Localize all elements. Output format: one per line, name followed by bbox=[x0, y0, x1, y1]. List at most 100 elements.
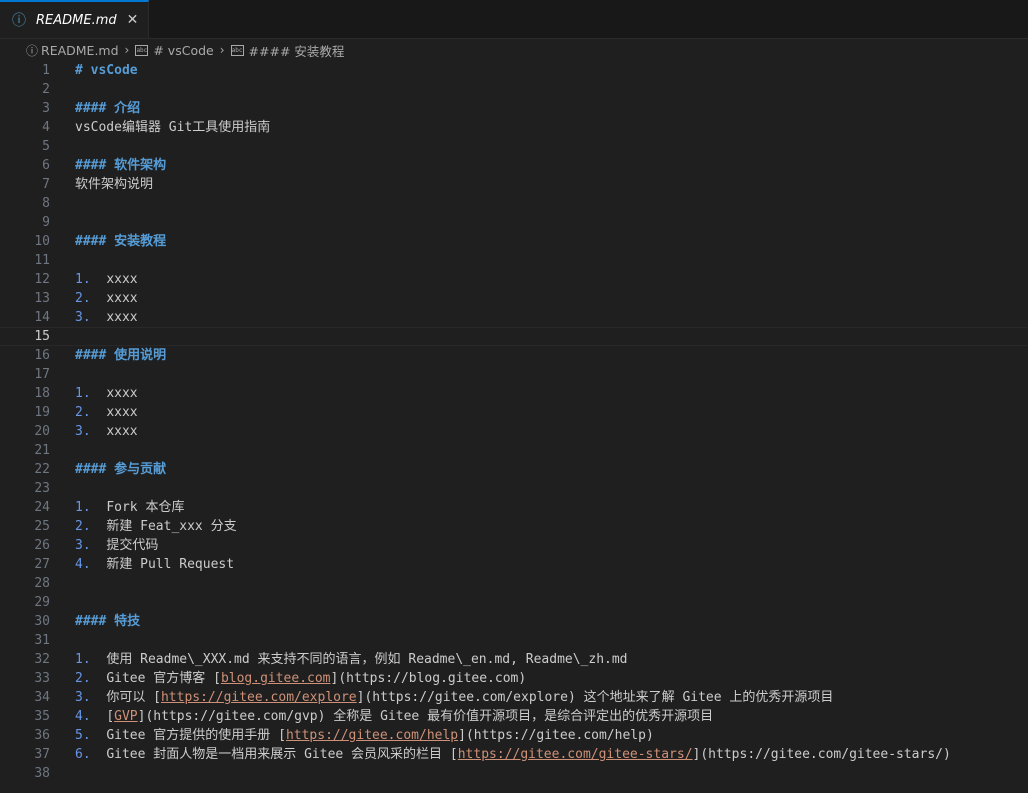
string-symbol-icon: abc bbox=[230, 44, 244, 56]
code-line[interactable]: 3 #### 介绍 bbox=[0, 99, 1028, 118]
text-token: ](https://blog.gitee.com) bbox=[330, 671, 527, 686]
code-line[interactable]: 27 4. 新建 Pull Request bbox=[0, 555, 1028, 574]
code-line[interactable]: 24 1. Fork 本仓库 bbox=[0, 498, 1028, 517]
line-content bbox=[75, 365, 1028, 384]
line-number: 38 bbox=[34, 766, 50, 781]
markdown-heading: #### 安装教程 bbox=[75, 234, 167, 249]
code-line[interactable]: 32 1. 使用 Readme\_XXX.md 来支持不同的语言，例如 Readm… bbox=[0, 650, 1028, 669]
code-line[interactable]: 15 bbox=[0, 327, 1028, 346]
line-content: 2. 新建 Feat_xxx 分支 bbox=[75, 517, 1028, 536]
markdown-link[interactable]: blog.gitee.com bbox=[221, 671, 331, 686]
close-icon[interactable]: ✕ bbox=[127, 12, 139, 28]
code-line[interactable]: 9 bbox=[0, 213, 1028, 232]
line-content bbox=[75, 251, 1028, 270]
list-marker: 3. bbox=[75, 310, 107, 325]
chevron-right-icon: › bbox=[219, 43, 225, 57]
code-line[interactable]: 34 3. 你可以 [https://gitee.com/explore](htt… bbox=[0, 688, 1028, 707]
code-line[interactable]: 18 1. xxxx bbox=[0, 384, 1028, 403]
line-content: 6. Gitee 封面人物是一档用来展示 Gitee 会员风采的栏目 [http… bbox=[75, 745, 1028, 764]
breadcrumb-heading-1[interactable]: abc # vsCode bbox=[135, 43, 214, 58]
code-line[interactable]: 11 bbox=[0, 251, 1028, 270]
code-line[interactable]: 16 #### 使用说明 bbox=[0, 346, 1028, 365]
markdown-link[interactable]: https://gitee.com/gitee-stars/ bbox=[458, 747, 693, 762]
code-line[interactable]: 7 软件架构说明 bbox=[0, 175, 1028, 194]
code-line[interactable]: 23 bbox=[0, 479, 1028, 498]
code-line[interactable]: 25 2. 新建 Feat_xxx 分支 bbox=[0, 517, 1028, 536]
text-token: [ bbox=[106, 709, 115, 724]
line-number: 28 bbox=[34, 576, 50, 591]
code-line[interactable]: 35 4. [GVP](https://gitee.com/gvp) 全称是 Gi… bbox=[0, 707, 1028, 726]
line-content: 5. Gitee 官方提供的使用手册 [https://gitee.com/he… bbox=[75, 726, 1028, 745]
code-editor[interactable]: 1 # vsCode 2 3 #### 介绍 4 vsCode编辑器 Git工具使用指南 5 6… bbox=[0, 61, 1028, 783]
list-marker: 3. bbox=[75, 424, 107, 439]
code-line[interactable]: 38 bbox=[0, 764, 1028, 783]
text-token: 新建 Pull Request bbox=[106, 557, 235, 572]
line-content: 3. xxxx bbox=[75, 422, 1028, 441]
tab-readme[interactable]: ⓘ README.md ✕ bbox=[0, 0, 150, 38]
code-line[interactable]: 14 3. xxxx bbox=[0, 308, 1028, 327]
line-content: #### 参与贡献 bbox=[75, 460, 1028, 479]
code-line[interactable]: 10 #### 安装教程 bbox=[0, 232, 1028, 251]
code-line[interactable]: 31 bbox=[0, 631, 1028, 650]
line-number: 4 bbox=[42, 120, 50, 135]
code-line[interactable]: 1 # vsCode bbox=[0, 61, 1028, 80]
markdown-link[interactable]: https://gitee.com/help bbox=[286, 728, 458, 743]
code-line[interactable]: 29 bbox=[0, 593, 1028, 612]
text-token: vsCode编辑器 Git工具使用指南 bbox=[75, 120, 271, 135]
list-marker: 3. bbox=[75, 690, 107, 705]
line-content: 4. 新建 Pull Request bbox=[75, 555, 1028, 574]
markdown-link[interactable]: GVP bbox=[114, 709, 137, 724]
code-line[interactable]: 33 2. Gitee 官方博客 [blog.gitee.com](https:/… bbox=[0, 669, 1028, 688]
code-line[interactable]: 22 #### 参与贡献 bbox=[0, 460, 1028, 479]
list-marker: 3. bbox=[75, 538, 107, 553]
line-number: 12 bbox=[34, 272, 50, 287]
text-token: ](https://gitee.com/explore) 这个地址来了解 Git… bbox=[356, 690, 834, 705]
code-line[interactable]: 8 bbox=[0, 194, 1028, 213]
text-token: xxxx bbox=[106, 424, 138, 439]
markdown-link[interactable]: https://gitee.com/explore bbox=[161, 690, 357, 705]
line-number: 30 bbox=[34, 614, 50, 629]
code-line[interactable]: 20 3. xxxx bbox=[0, 422, 1028, 441]
code-line[interactable]: 5 bbox=[0, 137, 1028, 156]
line-content bbox=[75, 764, 1028, 783]
line-number: 27 bbox=[34, 557, 50, 572]
code-line[interactable]: 4 vsCode编辑器 Git工具使用指南 bbox=[0, 118, 1028, 137]
text-token: Fork 本仓库 bbox=[106, 500, 185, 515]
code-line[interactable]: 28 bbox=[0, 574, 1028, 593]
text-token: xxxx bbox=[106, 291, 138, 306]
tab-label: README.md bbox=[36, 12, 117, 28]
line-content: 2. xxxx bbox=[75, 403, 1028, 422]
line-content: 1. Fork 本仓库 bbox=[75, 498, 1028, 517]
code-line[interactable]: 2 bbox=[0, 80, 1028, 99]
text-token: Gitee 封面人物是一档用来展示 Gitee 会员风采的栏目 [ bbox=[106, 747, 458, 762]
list-marker: 1. bbox=[75, 652, 107, 667]
list-marker: 6. bbox=[75, 747, 107, 762]
text-token: ](https://gitee.com/help) bbox=[458, 728, 654, 743]
line-number: 5 bbox=[42, 139, 50, 154]
code-line[interactable]: 6 #### 软件架构 bbox=[0, 156, 1028, 175]
breadcrumb-heading-4[interactable]: abc #### 安装教程 bbox=[230, 41, 344, 60]
code-line[interactable]: 13 2. xxxx bbox=[0, 289, 1028, 308]
line-number: 26 bbox=[34, 538, 50, 553]
line-number: 23 bbox=[34, 481, 50, 496]
breadcrumb-file[interactable]: ⓘ README.md bbox=[26, 42, 119, 59]
line-content bbox=[75, 194, 1028, 213]
list-marker: 2. bbox=[75, 671, 107, 686]
line-number: 35 bbox=[34, 709, 50, 724]
code-line[interactable]: 19 2. xxxx bbox=[0, 403, 1028, 422]
code-line[interactable]: 26 3. 提交代码 bbox=[0, 536, 1028, 555]
info-icon: ⓘ bbox=[12, 13, 26, 29]
code-line[interactable]: 30 #### 特技 bbox=[0, 612, 1028, 631]
line-number: 18 bbox=[34, 386, 50, 401]
line-content: # vsCode bbox=[75, 61, 1028, 80]
code-line[interactable]: 17 bbox=[0, 365, 1028, 384]
line-content bbox=[75, 213, 1028, 232]
code-line[interactable]: 12 1. xxxx bbox=[0, 270, 1028, 289]
string-symbol-icon: abc bbox=[135, 44, 149, 56]
code-line[interactable]: 36 5. Gitee 官方提供的使用手册 [https://gitee.com/… bbox=[0, 726, 1028, 745]
code-line[interactable]: 37 6. Gitee 封面人物是一档用来展示 Gitee 会员风采的栏目 [ht… bbox=[0, 745, 1028, 764]
code-line[interactable]: 21 bbox=[0, 441, 1028, 460]
text-token: Gitee 官方博客 [ bbox=[106, 671, 221, 686]
line-number: 15 bbox=[34, 329, 50, 344]
line-content: 2. xxxx bbox=[75, 289, 1028, 308]
